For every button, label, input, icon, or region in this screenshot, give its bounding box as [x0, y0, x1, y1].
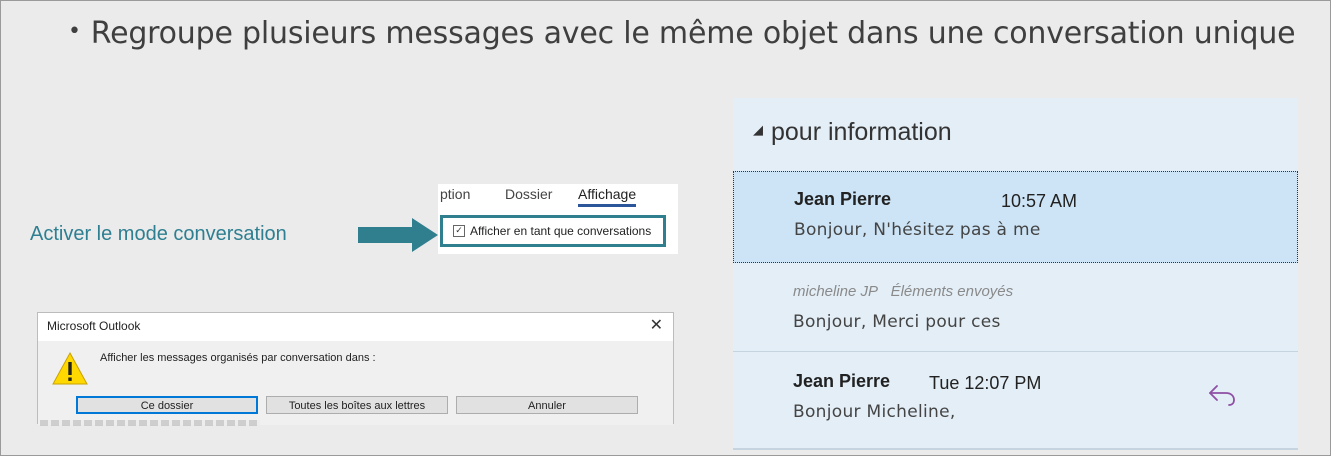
- message-list: ◢ pour information Jean Pierre 10:57 AM B…: [733, 98, 1298, 450]
- cancel-button[interactable]: Annuler: [456, 396, 638, 414]
- collapse-triangle-icon[interactable]: ◢: [753, 122, 763, 137]
- slide-bullet: • Regroupe plusieurs messages avec le mêm…: [68, 16, 1296, 51]
- message-preview: Bonjour, N'hésitez pas à me: [794, 220, 1041, 240]
- sent-folder: Éléments envoyés: [890, 283, 1014, 300]
- message-item[interactable]: Jean Pierre 10:57 AM Bonjour, N'hésitez …: [733, 171, 1298, 263]
- conversation-toggle[interactable]: ✓ Afficher en tant que conversations: [440, 215, 666, 247]
- annotation-label: Activer le mode conversation: [30, 223, 287, 245]
- obscured-text: [40, 420, 260, 426]
- message-time: Tue 12:07 PM: [929, 373, 1042, 393]
- dialog-message: Afficher les messages organisés par conv…: [100, 352, 376, 364]
- message-time: 10:57 AM: [1001, 191, 1078, 211]
- bullet-text: Regroupe plusieurs messages avec le même…: [90, 16, 1296, 51]
- tab-option[interactable]: ption: [440, 186, 470, 202]
- message-sender-sent: micheline JP Éléments envoyés: [793, 283, 1013, 300]
- conversation-group-header[interactable]: ◢ pour information: [753, 118, 952, 147]
- message-preview: Bonjour, Merci pour ces: [793, 312, 1001, 332]
- message-item[interactable]: Jean Pierre Tue 12:07 PM Bonjour Micheli…: [733, 354, 1298, 450]
- dialog-title: Microsoft Outlook: [47, 319, 141, 333]
- tab-dossier[interactable]: Dossier: [505, 186, 552, 202]
- replied-icon: [1209, 385, 1235, 406]
- warning-icon: [52, 351, 88, 385]
- close-icon[interactable]: ✕: [650, 315, 663, 334]
- group-title: pour information: [771, 118, 952, 146]
- outlook-dialog: Microsoft Outlook ✕ Afficher les message…: [37, 312, 674, 425]
- bullet-dot: •: [68, 19, 81, 44]
- ce-dossier-button[interactable]: Ce dossier: [76, 396, 258, 414]
- message-sender: Jean Pierre: [794, 189, 892, 209]
- message-item[interactable]: micheline JP Éléments envoyés Bonjour, M…: [733, 264, 1298, 352]
- dialog-body: Afficher les messages organisés par conv…: [38, 341, 673, 425]
- message-sender: Jean Pierre: [793, 371, 891, 391]
- right-arrow-icon: [358, 218, 438, 252]
- checkbox-checked-icon[interactable]: ✓: [453, 225, 465, 237]
- message-preview: Bonjour Micheline,: [793, 402, 956, 422]
- sent-sender: micheline JP: [793, 283, 879, 300]
- conversation-toggle-label: Afficher en tant que conversations: [470, 224, 652, 238]
- tab-affichage[interactable]: Affichage: [578, 186, 637, 207]
- all-mailboxes-button[interactable]: Toutes les boîtes aux lettres: [266, 396, 448, 414]
